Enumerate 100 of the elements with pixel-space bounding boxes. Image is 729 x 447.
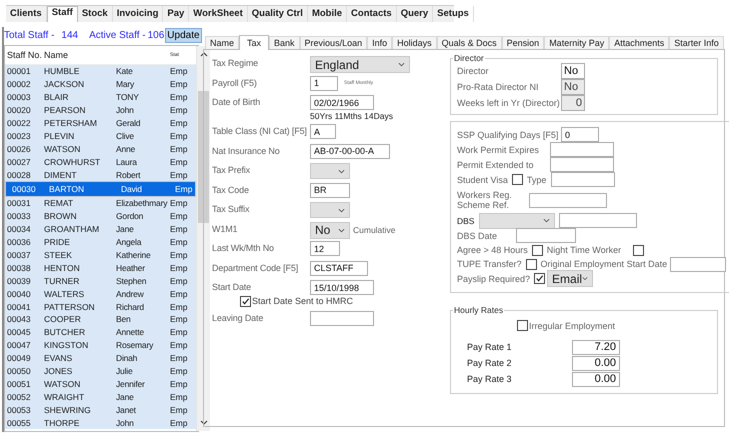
text-field[interactable] <box>310 310 374 326</box>
text-field[interactable]: CLSTAFF <box>310 260 368 276</box>
module-tab[interactable]: WorkSheet <box>189 6 248 22</box>
checkbox[interactable] <box>240 296 251 306</box>
column-header[interactable]: Name <box>44 50 116 60</box>
update-button[interactable]: Update <box>165 28 202 43</box>
text-field[interactable]: AB-07-00-00-A <box>310 144 390 158</box>
staff-row[interactable]: 00001 HUMBLE Kate Emp <box>5 65 196 78</box>
text-field[interactable]: 12 <box>310 241 340 256</box>
staff-row[interactable]: 00040 WALTERS Andrew Emp <box>5 287 196 300</box>
dropdown[interactable]: No <box>310 222 350 238</box>
staff-row[interactable]: 00003 BLAIR TONY Emp <box>5 90 196 104</box>
dropdown[interactable]: Email <box>547 270 594 287</box>
text-field[interactable] <box>670 256 726 272</box>
checkbox[interactable] <box>526 258 537 270</box>
text-field[interactable]: No <box>561 63 585 79</box>
staff-row[interactable]: 00028 DIMENT Robert Emp <box>5 168 196 182</box>
table-cell: Emp <box>170 366 186 376</box>
table-cell-text: CROWHURST <box>44 156 102 167</box>
staff-row[interactable]: 00043 COOPER Ben Emp <box>5 313 196 326</box>
staff-row[interactable]: 00055 THORPE John Emp <box>5 416 196 430</box>
field-label: Tax Regime <box>212 57 260 68</box>
module-tab[interactable]: Quality Ctrl <box>248 6 308 22</box>
table-cell-text: 00051 <box>6 378 32 389</box>
staff-row[interactable]: 00026 WATSON Anne Emp <box>5 142 196 156</box>
scroll-thumb[interactable] <box>198 91 209 223</box>
module-tab[interactable]: Stock <box>78 6 113 22</box>
dropdown[interactable]: England <box>310 56 410 73</box>
detail-tab[interactable]: Info <box>367 36 392 49</box>
module-tab[interactable]: Query <box>396 6 434 22</box>
staff-row[interactable]: 00036 PRIDE Angela Emp <box>5 236 196 249</box>
detail-tab[interactable]: Previous/Loan <box>300 36 368 49</box>
staff-row[interactable]: 00037 STEEK Katherine Emp <box>5 248 196 262</box>
scroll-down-icon[interactable] <box>200 420 208 425</box>
detail-tab[interactable]: Quals & Docs <box>436 36 502 49</box>
staff-row[interactable]: 00033 BROWN Gordon Emp <box>5 210 196 223</box>
text-field[interactable]: 7.20 <box>572 340 620 354</box>
staff-row[interactable]: 00023 PLEVIN Clive Emp <box>5 129 196 142</box>
text-field[interactable] <box>516 228 576 243</box>
staff-row[interactable]: 00031 REMAT Elizabethmary Emp <box>5 197 196 210</box>
staff-row[interactable]: 00045 BUTCHER Annette Emp <box>5 326 196 339</box>
text-field[interactable]: A <box>310 124 336 139</box>
module-tab[interactable]: Staff <box>46 6 78 22</box>
text-field[interactable]: 02/02/1966 <box>310 95 374 110</box>
detail-tab[interactable]: Pension <box>502 36 544 49</box>
module-tab[interactable]: Setups <box>433 6 474 22</box>
staff-row[interactable]: 00050 JONES Julie Emp <box>5 364 196 378</box>
staff-row[interactable]: 00051 WATSON Jennifer Emp <box>5 377 196 390</box>
active-staff-count: 106 <box>148 30 164 41</box>
dropdown[interactable] <box>310 202 350 218</box>
staff-row[interactable]: 00052 WRAIGHT Jane Emp <box>5 390 196 404</box>
checkbox[interactable] <box>633 244 644 256</box>
table-cell-text: TONY <box>116 92 140 102</box>
detail-tab[interactable]: Holidays <box>392 36 437 49</box>
detail-tab[interactable]: Bank <box>269 36 300 49</box>
text-field[interactable] <box>559 213 637 228</box>
text-field[interactable] <box>550 157 614 172</box>
dropdown[interactable] <box>479 212 555 228</box>
detail-tab[interactable]: Attachments <box>609 36 670 49</box>
scroll-up-icon[interactable] <box>200 52 208 57</box>
table-cell-text: 00027 <box>6 156 32 167</box>
staff-row[interactable]: 00030 BARTON David Emp <box>5 181 196 198</box>
staff-row[interactable]: 00022 PETERSHAM Gerald Emp <box>5 116 196 130</box>
field-label: DBS Date <box>457 230 498 240</box>
staff-row[interactable]: 00053 SHEWRING Janet Emp <box>5 403 196 416</box>
checkbox[interactable] <box>532 244 543 256</box>
group-title: Director <box>453 53 485 63</box>
dropdown[interactable] <box>310 163 350 179</box>
text-field[interactable]: 1 <box>310 76 338 90</box>
staff-row[interactable]: 00047 KINGSTON Rosemary Emp <box>5 338 196 352</box>
scrollbar[interactable] <box>196 46 210 431</box>
staff-row[interactable]: 00020 PEARSON John Emp <box>5 104 196 117</box>
staff-row[interactable]: 00034 GROANTHAM Jane Emp <box>5 222 196 236</box>
text-field[interactable]: 0.00 <box>572 372 620 386</box>
module-tab[interactable]: Pay <box>163 6 190 22</box>
module-tab[interactable]: Contacts <box>347 6 397 22</box>
module-tab[interactable]: Invoicing <box>112 6 164 22</box>
staff-row[interactable]: 00041 PATTERSON Richard Emp <box>5 300 196 314</box>
field-label: Agree > 48 Hours <box>457 245 528 255</box>
column-header[interactable]: Staff No. <box>5 50 44 60</box>
checkbox[interactable] <box>517 320 528 331</box>
staff-row[interactable]: 00038 HENTON Heather Emp <box>5 261 196 274</box>
text-field[interactable]: BR <box>310 182 350 198</box>
detail-tab[interactable]: Maternity Pay <box>544 36 610 49</box>
module-tab[interactable]: Mobile <box>308 6 348 22</box>
staff-row[interactable]: 00002 JACKSON Mary Emp <box>5 78 196 91</box>
text-field[interactable]: 15/10/1998 <box>310 280 374 295</box>
detail-tab[interactable]: Starter Info <box>669 36 724 49</box>
text-field[interactable] <box>550 142 614 157</box>
detail-tab[interactable]: Tax <box>239 35 270 50</box>
text-field[interactable]: 0 <box>561 127 599 142</box>
checkbox[interactable] <box>534 273 546 284</box>
text-field[interactable] <box>529 192 607 208</box>
text-field[interactable]: 0.00 <box>572 356 620 370</box>
staff-row[interactable]: 00027 CROWHURST Laura Emp <box>5 155 196 168</box>
staff-row[interactable]: 00049 EVANS Dinah Emp <box>5 352 196 365</box>
checkbox[interactable] <box>512 174 523 185</box>
text-field[interactable] <box>551 172 616 187</box>
detail-tab[interactable]: Name <box>205 36 240 49</box>
staff-row[interactable]: 00039 TURNER Stephen Emp <box>5 274 196 288</box>
